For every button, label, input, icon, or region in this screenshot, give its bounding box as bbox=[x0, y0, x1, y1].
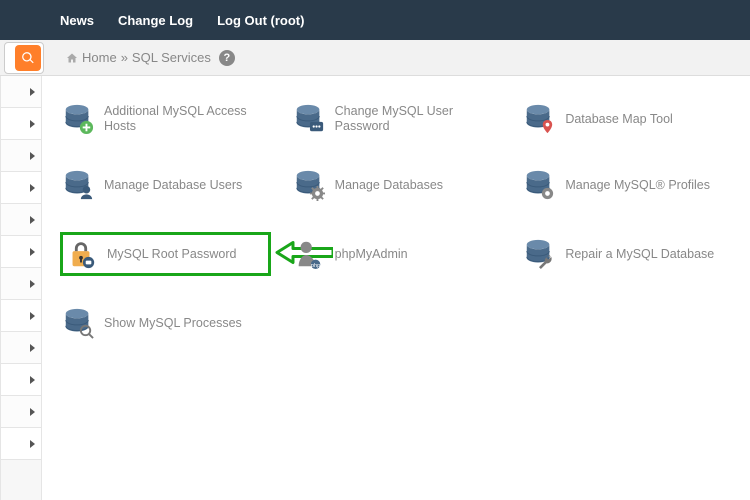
tool-label: MySQL Root Password bbox=[107, 247, 236, 262]
tool-pma[interactable]: php phpMyAdmin bbox=[291, 232, 502, 276]
tool-db-search[interactable]: Show MySQL Processes bbox=[60, 304, 271, 342]
sidebar-item[interactable] bbox=[1, 108, 41, 140]
tool-db-users[interactable]: Manage Database Users bbox=[60, 166, 271, 204]
tool-label: Change MySQL User Password bbox=[335, 104, 500, 134]
tool-label: phpMyAdmin bbox=[335, 247, 408, 262]
breadcrumb-sep: » bbox=[121, 50, 128, 65]
lock-icon bbox=[65, 238, 97, 270]
search-icon bbox=[21, 51, 35, 65]
chevron-right-icon bbox=[30, 120, 35, 128]
db-map-icon bbox=[523, 103, 555, 135]
breadcrumb: Home » SQL Services ? bbox=[66, 50, 235, 66]
sidebar-item[interactable] bbox=[1, 300, 41, 332]
tool-label: Manage MySQL® Profiles bbox=[565, 178, 710, 193]
chevron-right-icon bbox=[30, 376, 35, 384]
chevron-right-icon bbox=[30, 440, 35, 448]
tool-lock[interactable]: MySQL Root Password bbox=[60, 232, 271, 276]
chevron-right-icon bbox=[30, 184, 35, 192]
main-content: Additional MySQL Access Hosts Change MySQ… bbox=[42, 76, 750, 500]
chevron-right-icon bbox=[30, 312, 35, 320]
tool-label: Repair a MySQL Database bbox=[565, 247, 714, 262]
help-icon[interactable]: ? bbox=[219, 50, 235, 66]
db-search-icon bbox=[62, 307, 94, 339]
sidebar-item[interactable] bbox=[1, 428, 41, 460]
nav-changelog[interactable]: Change Log bbox=[118, 13, 193, 28]
sidebar-item[interactable] bbox=[1, 140, 41, 172]
nav-news[interactable]: News bbox=[60, 13, 94, 28]
pma-icon: php bbox=[293, 238, 325, 270]
chevron-right-icon bbox=[30, 280, 35, 288]
db-profile-icon bbox=[523, 169, 555, 201]
search-wrapper bbox=[4, 42, 44, 74]
sidebar-item[interactable] bbox=[1, 236, 41, 268]
db-gear-icon bbox=[293, 169, 325, 201]
sidebar-item[interactable] bbox=[1, 76, 41, 108]
chevron-right-icon bbox=[30, 408, 35, 416]
chevron-right-icon bbox=[30, 88, 35, 96]
breadcrumb-bar: Home » SQL Services ? bbox=[0, 40, 750, 76]
db-users-icon bbox=[62, 169, 94, 201]
sidebar-item[interactable] bbox=[1, 172, 41, 204]
db-wrench-icon bbox=[523, 238, 555, 270]
sidebar-item[interactable] bbox=[1, 332, 41, 364]
search-button[interactable] bbox=[15, 45, 41, 71]
tool-db-gear[interactable]: Manage Databases bbox=[291, 166, 502, 204]
sidebar-item[interactable] bbox=[1, 396, 41, 428]
sidebar-item[interactable] bbox=[1, 364, 41, 396]
tool-db-pass[interactable]: Change MySQL User Password bbox=[291, 100, 502, 138]
tool-label: Show MySQL Processes bbox=[104, 316, 242, 331]
tool-db-profile[interactable]: Manage MySQL® Profiles bbox=[521, 166, 732, 204]
tool-db-add[interactable]: Additional MySQL Access Hosts bbox=[60, 100, 271, 138]
sidebar-item[interactable] bbox=[1, 204, 41, 236]
home-icon bbox=[66, 52, 78, 64]
nav-logout[interactable]: Log Out (root) bbox=[217, 13, 304, 28]
tool-db-wrench[interactable]: Repair a MySQL Database bbox=[521, 232, 732, 276]
tool-label: Manage Database Users bbox=[104, 178, 242, 193]
chevron-right-icon bbox=[30, 216, 35, 224]
chevron-right-icon bbox=[30, 344, 35, 352]
db-add-icon bbox=[62, 103, 94, 135]
breadcrumb-current: SQL Services bbox=[132, 50, 211, 65]
sidebar bbox=[0, 76, 42, 500]
tool-label: Manage Databases bbox=[335, 178, 443, 193]
breadcrumb-home[interactable]: Home bbox=[82, 50, 117, 65]
chevron-right-icon bbox=[30, 152, 35, 160]
svg-text:php: php bbox=[311, 263, 320, 269]
tool-label: Additional MySQL Access Hosts bbox=[104, 104, 269, 134]
top-navbar: News Change Log Log Out (root) bbox=[0, 0, 750, 40]
tool-label: Database Map Tool bbox=[565, 112, 672, 127]
db-pass-icon bbox=[293, 103, 325, 135]
sidebar-item[interactable] bbox=[1, 268, 41, 300]
chevron-right-icon bbox=[30, 248, 35, 256]
tool-db-map[interactable]: Database Map Tool bbox=[521, 100, 732, 138]
